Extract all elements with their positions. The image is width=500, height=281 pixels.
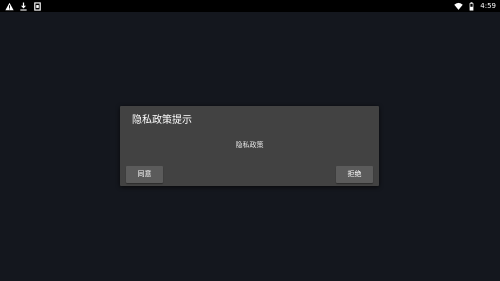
screen: 4:59 隐私政策提示 隐私政策 同意 拒绝 — [0, 0, 500, 281]
privacy-policy-dialog: 隐私政策提示 隐私政策 同意 拒绝 — [120, 106, 379, 186]
battery-icon — [467, 1, 476, 11]
refuse-button[interactable]: 拒绝 — [336, 166, 373, 183]
status-bar-right: 4:59 — [454, 1, 496, 11]
status-bar-left — [5, 1, 42, 11]
warning-icon — [5, 2, 14, 11]
dialog-title: 隐私政策提示 — [132, 115, 192, 126]
privacy-policy-link[interactable]: 隐私政策 — [120, 141, 379, 150]
download-icon — [19, 2, 28, 11]
status-time: 4:59 — [480, 2, 496, 10]
agree-button[interactable]: 同意 — [126, 166, 163, 183]
wifi-icon — [454, 2, 463, 11]
status-bar: 4:59 — [0, 0, 500, 12]
sd-card-icon — [33, 1, 42, 11]
